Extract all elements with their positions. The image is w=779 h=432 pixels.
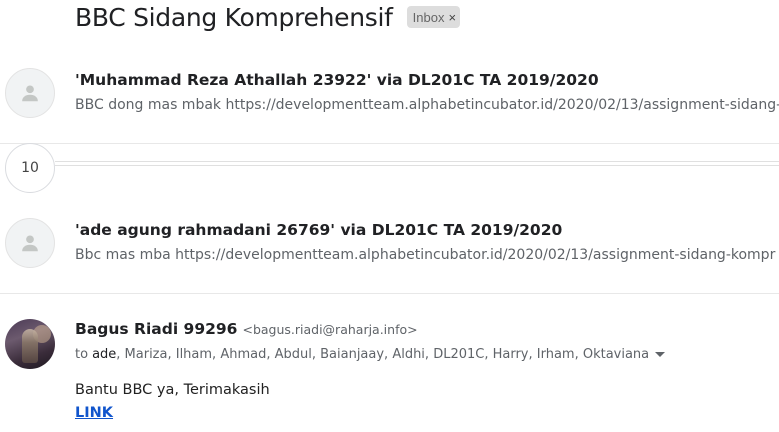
avatar [5,218,55,268]
email-thread-view: BBC Sidang Komprehensif Inbox × 'Muhamma… [0,0,779,432]
avatar [5,68,55,118]
message-sender: 'ade agung rahmadani 26769' via DL201C T… [75,221,563,239]
message-body: Bantu BBC ya, Terimakasih [75,382,270,398]
recipients-row: to ade , Mariza, Ilham, Ahmad, Abdul, Ba… [75,347,666,362]
body-link[interactable]: LINK [75,405,113,421]
person-icon [22,85,38,102]
sender-email: <bagus.riadi@raharja.info> [242,322,418,337]
remove-label-icon[interactable]: × [448,10,456,25]
sender-avatar[interactable] [5,319,55,369]
divider [0,143,779,144]
message-from: Bagus Riadi 99296 <bagus.riadi@raharja.i… [75,320,418,338]
recipient-first: ade [92,347,117,362]
person-icon [22,235,38,252]
message-snippet: Bbc mas mba https://developmentteam.alph… [75,247,776,263]
thread-header: BBC Sidang Komprehensif Inbox × [75,0,461,34]
message-sender: 'Muhammad Reza Athallah 23922' via DL201… [75,71,599,89]
message-collapsed-2[interactable]: 'ade agung rahmadani 26769' via DL201C T… [0,205,779,280]
sender-name[interactable]: Bagus Riadi 99296 [75,320,237,338]
divider [0,293,779,294]
thread-subject: BBC Sidang Komprehensif [75,2,393,32]
label-chip-inbox[interactable]: Inbox × [406,6,461,28]
label-chip-text: Inbox [412,9,445,25]
collapsed-count-button[interactable]: 10 [5,143,55,193]
message-collapsed-1[interactable]: 'Muhammad Reza Athallah 23922' via DL201… [0,55,779,130]
to-prefix: to [75,347,89,362]
message-snippet: BBC dong mas mbak https://developmenttea… [75,97,779,113]
recipient-list: , Mariza, Ilham, Ahmad, Abdul, Baianjaay… [116,347,650,362]
show-details-chevron-down-icon[interactable] [655,352,666,357]
